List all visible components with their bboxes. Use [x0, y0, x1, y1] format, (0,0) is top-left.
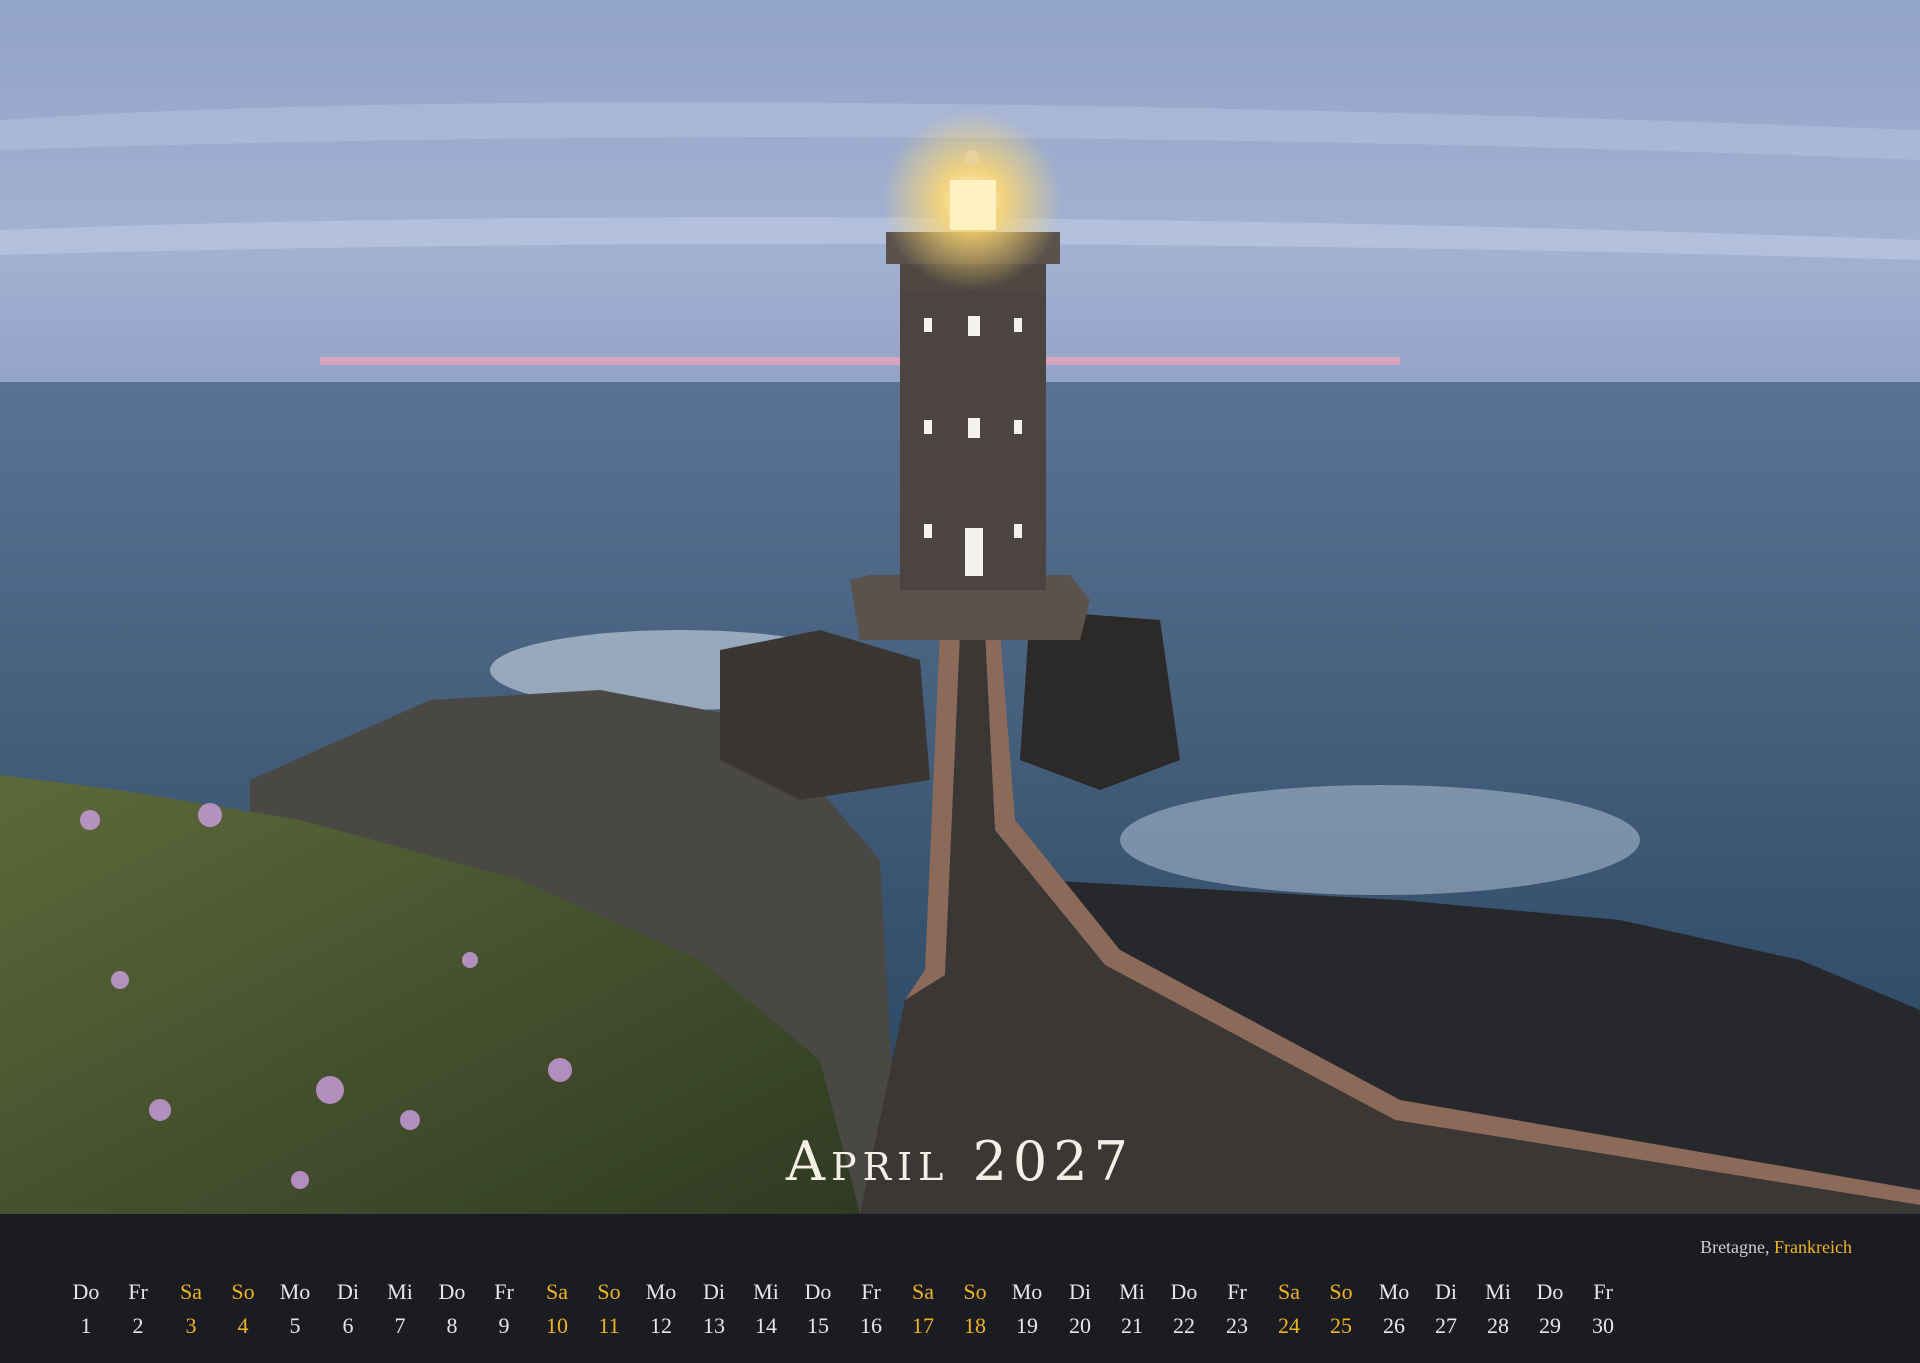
day-number: 6 [342, 1313, 354, 1338]
lighthouse-photo [0, 0, 1920, 1214]
month-title: April 2027 [785, 1130, 1134, 1193]
day-number: 29 [1539, 1313, 1561, 1338]
location-country: Frankreich [1774, 1237, 1852, 1257]
calendar-day: So 18 [949, 1278, 1001, 1340]
day-of-week-label: Mi [1119, 1279, 1145, 1304]
day-number: 15 [807, 1313, 829, 1338]
calendar-day: Sa 10 [531, 1278, 583, 1340]
day-number: 11 [598, 1313, 620, 1338]
day-of-week-label: Sa [1278, 1279, 1300, 1304]
day-strip: Do 1 Fr 2 Sa 3 So 4 Mo 5 Di 6 Mi 7 Do 8 Fr 9 Sa 10 So 11 Mo 12 D… [60, 1278, 1860, 1358]
calendar-day: Di 13 [688, 1278, 740, 1340]
day-of-week-label: So [963, 1279, 987, 1304]
calendar-page: April 2027 Bretagne, Frankreich Do 1 Fr 2 Sa… [0, 0, 1920, 1363]
calendar-day: Mi 28 [1472, 1278, 1524, 1340]
day-number: 1 [80, 1313, 92, 1338]
day-of-week-label: Di [703, 1279, 725, 1304]
day-of-week-label: So [597, 1279, 621, 1304]
day-of-week-label: Do [1536, 1279, 1564, 1304]
day-number: 19 [1016, 1313, 1038, 1338]
day-number: 22 [1173, 1313, 1195, 1338]
calendar-day: Fr 16 [845, 1278, 897, 1340]
day-number: 24 [1278, 1313, 1300, 1338]
day-of-week-label: Mo [645, 1279, 677, 1304]
calendar-day: Fr 30 [1577, 1278, 1629, 1340]
calendar-day: Fr 23 [1211, 1278, 1263, 1340]
day-of-week-label: Mi [387, 1279, 413, 1304]
calendar-day: Do 29 [1524, 1278, 1576, 1340]
day-number: 14 [755, 1313, 777, 1338]
day-of-week-label: Fr [128, 1279, 148, 1304]
day-number: 4 [237, 1313, 249, 1338]
day-of-week-label: Do [438, 1279, 466, 1304]
day-number: 12 [650, 1313, 672, 1338]
calendar-day: Do 8 [426, 1278, 478, 1340]
day-of-week-label: Di [1069, 1279, 1091, 1304]
day-number: 20 [1069, 1313, 1091, 1338]
location-region: Bretagne, [1700, 1237, 1770, 1257]
day-of-week-label: Do [72, 1279, 100, 1304]
day-number: 18 [964, 1313, 986, 1338]
day-number: 5 [289, 1313, 301, 1338]
day-of-week-label: Do [804, 1279, 832, 1304]
day-number: 28 [1487, 1313, 1509, 1338]
calendar-day: Mo 26 [1368, 1278, 1420, 1340]
calendar-day: So 11 [583, 1278, 635, 1340]
day-of-week-label: Di [337, 1279, 359, 1304]
day-number: 17 [912, 1313, 934, 1338]
day-number: 26 [1383, 1313, 1405, 1338]
day-of-week-label: Sa [912, 1279, 934, 1304]
day-number: 27 [1435, 1313, 1457, 1338]
day-of-week-label: Mo [1378, 1279, 1410, 1304]
day-of-week-label: Do [1170, 1279, 1198, 1304]
day-of-week-label: Mo [1011, 1279, 1043, 1304]
calendar-day: Mi 14 [740, 1278, 792, 1340]
day-number: 9 [498, 1313, 510, 1338]
calendar-day: Di 27 [1420, 1278, 1472, 1340]
calendar-day: Mo 5 [269, 1278, 321, 1340]
day-number: 10 [546, 1313, 568, 1338]
calendar-day: Sa 17 [897, 1278, 949, 1340]
lighthouse-scene-illustration [0, 0, 1920, 1214]
day-number: 8 [446, 1313, 458, 1338]
day-of-week-label: Mi [1485, 1279, 1511, 1304]
day-number: 21 [1121, 1313, 1143, 1338]
calendar-day: Do 1 [60, 1278, 112, 1340]
day-of-week-label: Fr [861, 1279, 881, 1304]
calendar-day: Fr 2 [112, 1278, 164, 1340]
day-of-week-label: So [231, 1279, 255, 1304]
day-of-week-label: Sa [546, 1279, 568, 1304]
calendar-day: Mo 12 [635, 1278, 687, 1340]
calendar-day: Di 6 [322, 1278, 374, 1340]
day-of-week-label: Fr [1593, 1279, 1613, 1304]
calendar-day: Do 15 [792, 1278, 844, 1340]
day-of-week-label: Sa [180, 1279, 202, 1304]
calendar-day: So 4 [217, 1278, 269, 1340]
day-number: 7 [394, 1313, 406, 1338]
calendar-day: Di 20 [1054, 1278, 1106, 1340]
day-number: 13 [703, 1313, 725, 1338]
day-number: 25 [1330, 1313, 1352, 1338]
calendar-day: Mo 19 [1001, 1278, 1053, 1340]
calendar-day: So 25 [1315, 1278, 1367, 1340]
day-of-week-label: Mo [279, 1279, 311, 1304]
calendar-day: Fr 9 [478, 1278, 530, 1340]
day-of-week-label: Fr [494, 1279, 514, 1304]
day-number: 23 [1226, 1313, 1248, 1338]
day-of-week-label: Fr [1227, 1279, 1247, 1304]
day-number: 2 [132, 1313, 144, 1338]
day-of-week-label: Mi [753, 1279, 779, 1304]
day-of-week-label: So [1329, 1279, 1353, 1304]
calendar-day: Sa 24 [1263, 1278, 1315, 1340]
day-of-week-label: Di [1435, 1279, 1457, 1304]
photo-location-caption: Bretagne, Frankreich [1700, 1237, 1852, 1258]
calendar-day: Mi 7 [374, 1278, 426, 1340]
day-number: 16 [860, 1313, 882, 1338]
calendar-day: Do 22 [1158, 1278, 1210, 1340]
calendar-bar: Bretagne, Frankreich Do 1 Fr 2 Sa 3 So 4 Mo 5 Di 6 M… [0, 1214, 1920, 1363]
calendar-day: Sa 3 [165, 1278, 217, 1340]
calendar-day: Mi 21 [1106, 1278, 1158, 1340]
day-number: 30 [1592, 1313, 1614, 1338]
day-number: 3 [185, 1313, 197, 1338]
